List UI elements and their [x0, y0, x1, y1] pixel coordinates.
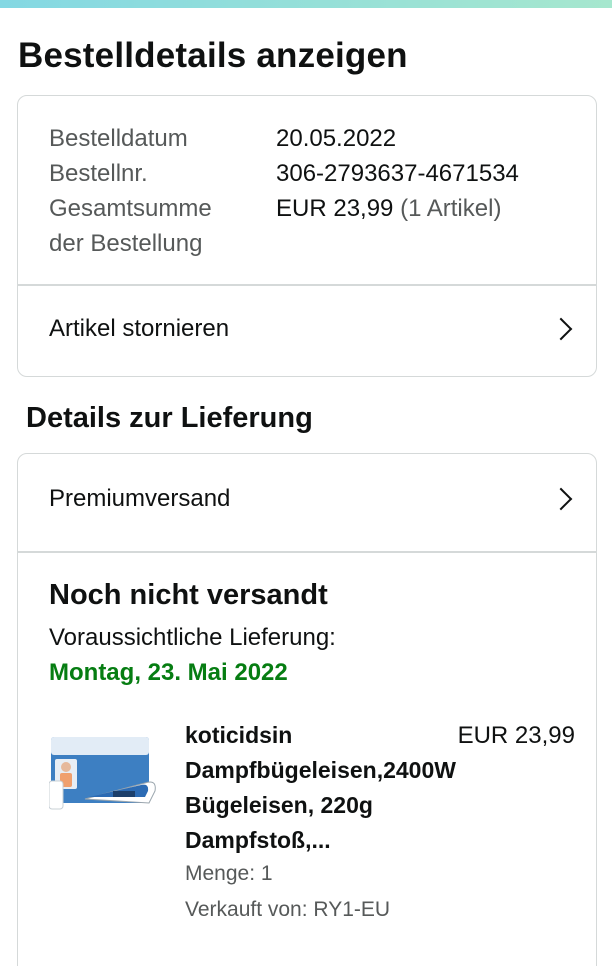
- order-total-row: Gesamtsumme der Bestellung EUR 23,99 (1 …: [49, 191, 519, 261]
- product-image[interactable]: [49, 733, 161, 815]
- product-quantity: Menge: 1: [185, 862, 273, 885]
- order-date-row: Bestelldatum 20.05.2022: [49, 121, 519, 156]
- product-seller: Verkauft von: RY1-EU: [185, 898, 391, 921]
- chevron-right-icon: [549, 487, 573, 511]
- eta-label: Voraussichtliche Lieferung:: [49, 624, 336, 651]
- divider: [18, 551, 596, 553]
- order-summary-card: Bestelldatum 20.05.2022 Bestellnr. 306-2…: [17, 95, 597, 377]
- page-title: Bestelldetails anzeigen: [18, 36, 408, 75]
- order-number-label: Bestellnr.: [49, 160, 148, 187]
- cancel-items-label: Artikel stornieren: [49, 315, 230, 342]
- order-total-items: (1 Artikel): [400, 195, 502, 222]
- shipping-method-link[interactable]: Premiumversand: [18, 454, 596, 544]
- delivery-card: Premiumversand Noch nicht versandt Vorau…: [17, 453, 597, 966]
- chevron-right-icon: [549, 317, 573, 341]
- product-price: EUR 23,99: [457, 722, 575, 749]
- delivery-section-title: Details zur Lieferung: [26, 402, 313, 434]
- order-date-value: 20.05.2022: [276, 125, 397, 152]
- order-date-label: Bestelldatum: [49, 125, 188, 152]
- eta-date: Montag, 23. Mai 2022: [49, 659, 288, 686]
- order-total-value-group: EUR 23,99 (1 Artikel): [276, 191, 501, 261]
- order-total-label: Gesamtsumme der Bestellung: [49, 191, 276, 261]
- cancel-items-link[interactable]: Artikel stornieren: [18, 284, 596, 374]
- shipping-method-label: Premiumversand: [49, 485, 231, 512]
- order-total-value: EUR 23,99: [276, 195, 394, 222]
- order-info-grid: Bestelldatum 20.05.2022 Bestellnr. 306-2…: [49, 121, 519, 261]
- shipment-status: Noch nicht versandt: [49, 579, 328, 611]
- order-number-value: 306-2793637-4671534: [276, 160, 519, 187]
- top-accent-strip: [0, 0, 612, 8]
- order-number-row: Bestellnr. 306-2793637-4671534: [49, 156, 519, 191]
- order-total-label-line2: der Bestellung: [49, 230, 203, 257]
- order-total-label-line1: Gesamtsumme: [49, 195, 212, 222]
